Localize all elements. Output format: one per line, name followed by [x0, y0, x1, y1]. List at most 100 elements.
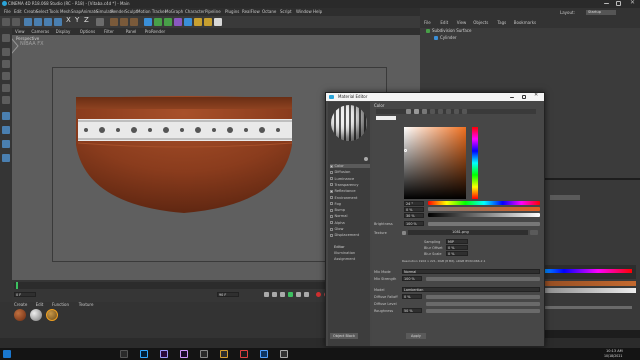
scale-icon[interactable]	[44, 18, 52, 26]
texture-dropdown-icon[interactable]	[402, 231, 406, 235]
layout-dropdown[interactable]: Startup	[586, 10, 616, 15]
points-mode-icon[interactable]	[2, 72, 10, 80]
image-icon[interactable]	[422, 109, 427, 114]
polygons-mode-icon[interactable]	[2, 96, 10, 104]
channel-item-luminance[interactable]: Luminance	[330, 177, 354, 181]
render-picture-viewer-icon[interactable]	[120, 18, 128, 26]
hsv-icon[interactable]	[438, 109, 443, 114]
after-effects-icon[interactable]	[180, 350, 188, 358]
make-editable-icon[interactable]	[2, 34, 10, 42]
deformer-icon[interactable]	[184, 18, 192, 26]
pen-icon[interactable]	[154, 18, 162, 26]
channel-checkbox[interactable]	[330, 183, 333, 187]
go-to-end-icon[interactable]	[304, 292, 309, 297]
rotate-icon[interactable]	[54, 18, 62, 26]
roughness-field[interactable]: 50 %	[402, 308, 422, 313]
mix-strength-slider[interactable]	[426, 277, 540, 281]
start-icon[interactable]	[3, 350, 11, 358]
channel-item-color[interactable]: Color	[330, 164, 370, 168]
menu-item-mesh[interactable]: Mesh	[60, 9, 71, 14]
channel-item-reflectance[interactable]: Reflectance	[330, 189, 356, 193]
editor-item[interactable]: Editor	[334, 245, 345, 250]
color-swatch[interactable]	[376, 116, 396, 120]
bowl-model[interactable]	[72, 95, 297, 265]
channel-item-normal[interactable]: Normal	[330, 214, 348, 218]
channel-item-environment[interactable]: Environment	[330, 196, 357, 200]
menu-item-edit[interactable]: Edit	[14, 9, 22, 14]
material-thumb-bowl[interactable]	[14, 309, 26, 321]
mix-mode-dropdown[interactable]: Normal	[402, 269, 540, 274]
object-manager-tab-tags[interactable]: Tags	[497, 20, 506, 25]
material-thumb-selected[interactable]	[46, 309, 58, 321]
mixer-icon[interactable]	[454, 109, 459, 114]
preview-options-icon[interactable]	[364, 157, 368, 161]
menu-item-render[interactable]: Render	[111, 9, 125, 14]
saturation-slider[interactable]	[428, 207, 540, 211]
undo-icon[interactable]	[2, 18, 10, 26]
material-menu-function[interactable]: Function	[52, 302, 69, 307]
model-mode-icon[interactable]	[2, 48, 10, 56]
hue-field[interactable]: 24 °	[404, 201, 424, 206]
object-manager-tab-objects[interactable]: Objects	[473, 20, 488, 25]
color-wheel-icon[interactable]	[406, 109, 411, 114]
channel-checkbox[interactable]	[330, 189, 333, 193]
browser-icon[interactable]	[260, 350, 268, 358]
hue-slider[interactable]	[428, 201, 540, 205]
material-preview-sphere[interactable]	[331, 105, 367, 141]
object-row-subdivision[interactable]: Subdivision Surface	[426, 28, 626, 34]
hue-strip[interactable]	[472, 127, 478, 199]
swatches-icon[interactable]	[462, 109, 467, 114]
kelvin-icon[interactable]	[446, 109, 451, 114]
menu-item-octane[interactable]: Octane	[262, 9, 276, 14]
apply-button[interactable]: Apply	[406, 333, 426, 339]
blur-offset-field[interactable]: 0 %	[446, 245, 468, 250]
photoshop-icon[interactable]	[140, 350, 148, 358]
dialog-close-icon[interactable]: ✕	[534, 93, 538, 98]
color-picker-cursor[interactable]	[404, 149, 407, 152]
assignment-item[interactable]: Assignment	[334, 257, 355, 262]
camera-icon[interactable]	[204, 18, 212, 26]
viewport-menu-options[interactable]: Options	[80, 29, 95, 34]
dialog-maximize-icon[interactable]	[522, 95, 526, 99]
menu-item-plugins[interactable]: Plugins	[225, 9, 239, 14]
coord-system-icon[interactable]	[96, 18, 104, 26]
viewport-menu-prorender[interactable]: ProRender	[145, 29, 166, 34]
diffuse-falloff-slider[interactable]	[426, 295, 540, 299]
brightness-slider[interactable]	[428, 222, 540, 226]
attr-tab[interactable]	[550, 195, 580, 200]
object-row-cylinder[interactable]: Cylinder	[434, 35, 626, 41]
channel-checkbox[interactable]	[330, 233, 333, 237]
value-field[interactable]: 30 %	[404, 213, 424, 218]
channel-item-displacement[interactable]: Displacement	[330, 233, 359, 237]
menu-item-pipeline[interactable]: Pipeline	[205, 9, 221, 14]
browse-texture-button[interactable]	[530, 230, 538, 235]
menu-item-window[interactable]: Window	[296, 9, 312, 14]
sampling-dropdown[interactable]: MIP	[446, 239, 468, 244]
y-axis-icon[interactable]: Y	[75, 17, 79, 24]
menu-item-mograph[interactable]: MoGraph	[165, 9, 183, 14]
menu-item-realflow[interactable]: RealFlow	[242, 9, 260, 14]
assign-button[interactable]: Object Block	[330, 333, 358, 339]
material-menu-edit[interactable]: Edit	[36, 302, 44, 307]
viewport-menu-display[interactable]: Display	[56, 29, 71, 34]
object-manager-tab-bookmarks[interactable]: Bookmarks	[514, 20, 536, 25]
roughness-slider[interactable]	[426, 309, 540, 313]
locked-workplane-icon[interactable]	[2, 154, 10, 162]
minimize-icon[interactable]	[604, 3, 609, 4]
menu-item-motion-tracker[interactable]: Motion Tracker	[137, 9, 166, 14]
menu-item-tools[interactable]: Tools	[49, 9, 59, 14]
snap-icon[interactable]	[2, 126, 10, 134]
channel-checkbox[interactable]	[330, 214, 333, 218]
move-icon[interactable]	[34, 18, 42, 26]
channel-item-transparency[interactable]: Transparency	[330, 183, 358, 187]
channel-item-alpha[interactable]: Alpha	[330, 221, 345, 225]
subdivision-icon[interactable]	[164, 18, 172, 26]
previous-key-icon[interactable]	[272, 292, 277, 297]
object-manager-tab-edit[interactable]: Edit	[440, 20, 448, 25]
object-manager-tab-file[interactable]: File	[424, 20, 431, 25]
dialog-minimize-icon[interactable]	[510, 97, 514, 98]
playhead[interactable]	[16, 282, 18, 289]
select-icon[interactable]	[24, 18, 32, 26]
cube-icon[interactable]	[144, 18, 152, 26]
menu-item-help[interactable]: Help	[313, 9, 322, 14]
